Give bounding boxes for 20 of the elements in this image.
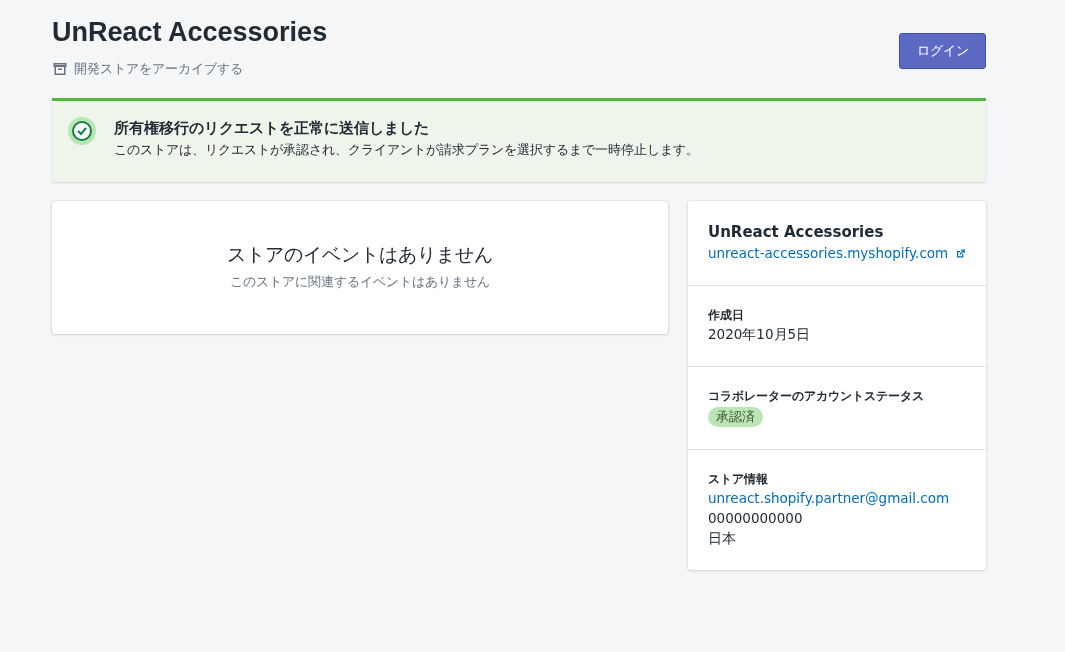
empty-subtitle: このストアに関連するイベントはありません (230, 273, 490, 291)
field-label: ストア情報 (708, 471, 769, 488)
banner-message: このストアは、リクエストが承認され、クライアントが請求プランを選択するまで一時停止します。 (114, 141, 699, 159)
info-text: 日本 (708, 529, 737, 548)
info-text: 00000000000 (708, 509, 804, 528)
email-link[interactable]: unreact.shopify.partner@gmail.com (708, 490, 950, 506)
page-title: UnReact Accessories (52, 16, 328, 48)
archive-link[interactable]: 開発ストアをアーカイブする (52, 60, 328, 78)
banner-title: 所有権移行のリクエストを正常に送信しました (114, 118, 430, 139)
archive-text[interactable]: 開発ストアをアーカイブする (74, 60, 243, 78)
archive-icon (52, 61, 68, 77)
empty-title: ストアのイベントはありません (227, 242, 493, 267)
status-badge: 承認済 (708, 407, 763, 427)
field-label: コラボレーターのアカウントステータス (708, 388, 925, 405)
store-name: UnReact Accessories (708, 222, 885, 243)
store-url-link[interactable]: unreact-accessories.myshopify.com (708, 243, 949, 263)
field-label: 作成日 (708, 307, 745, 324)
check-circle-icon (68, 117, 96, 145)
info-text: 2020年10月5日 (708, 325, 812, 344)
login-button[interactable]: ログイン (899, 33, 986, 69)
